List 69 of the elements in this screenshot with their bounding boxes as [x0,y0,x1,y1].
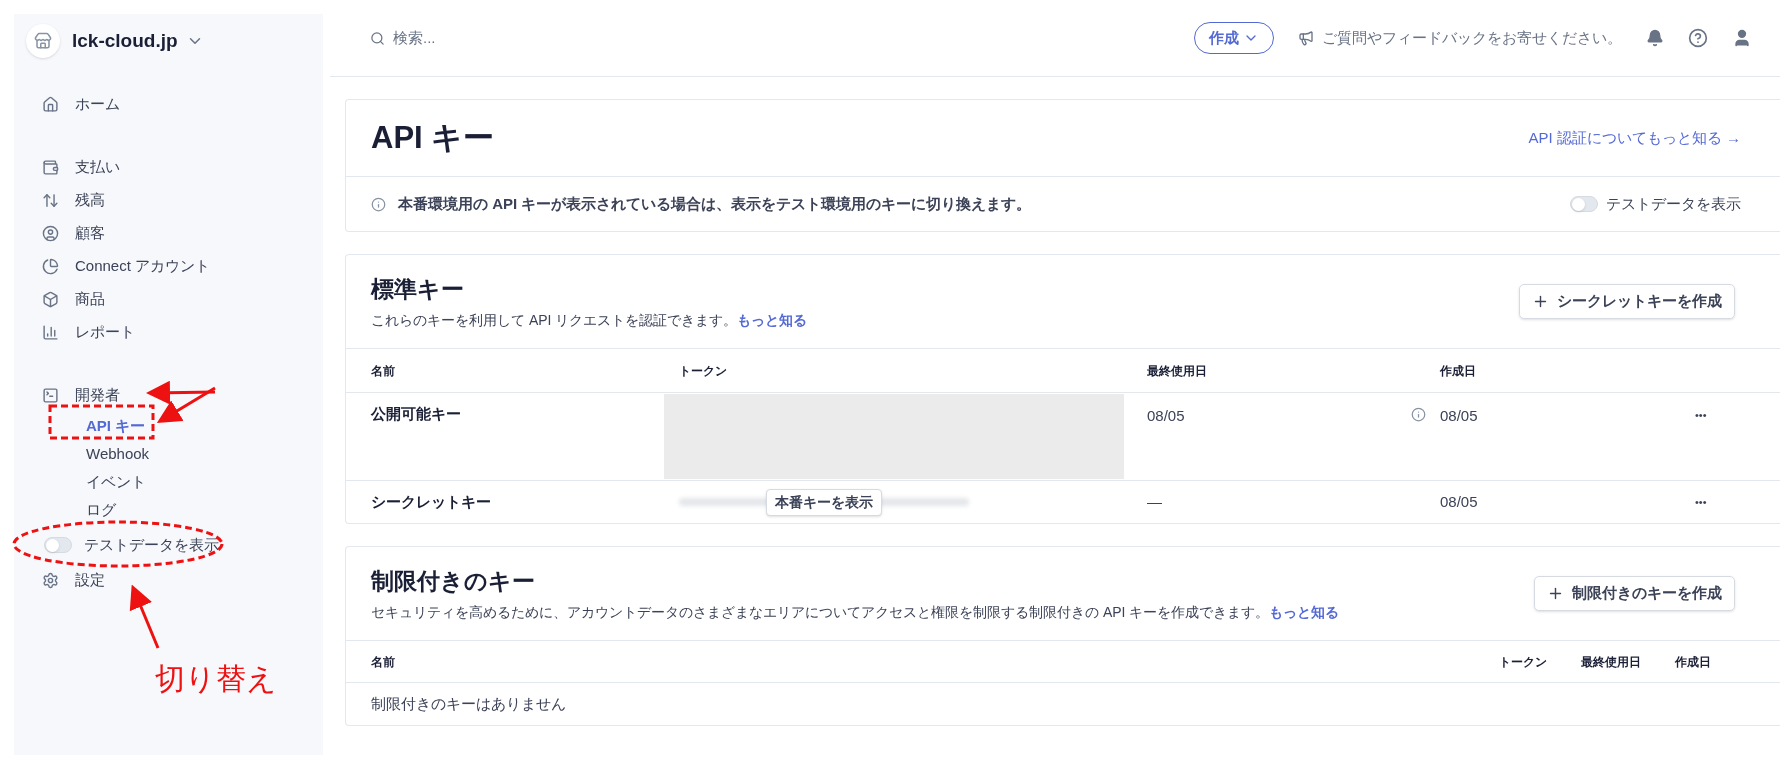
created-cell-text: 08/05 [1440,491,1479,512]
user-icon[interactable] [1732,28,1752,48]
nav-item[interactable]: Connect アカウント [42,250,323,283]
bell-icon[interactable] [1646,29,1664,47]
help-icon[interactable] [1688,28,1708,48]
page-title: API キー [371,118,495,157]
plus-icon [1532,293,1549,310]
toggle-label: テストデータを表示 [84,534,219,555]
arrows-icon [42,192,59,209]
toggle-label: テストデータを表示 [1606,193,1741,214]
search-icon [370,30,385,46]
nav-item[interactable]: 設定 [42,564,323,597]
feedback-link[interactable]: ご質問やフィードバックをお寄せください。 [1298,26,1622,50]
created-cell-text: 08/05 [1440,406,1479,426]
reveal-key-button[interactable]: 本番キーを表示 [766,488,882,516]
account-switcher[interactable]: lck-cloud.jp [72,26,204,56]
learn-more-link[interactable]: もっと知る [1269,604,1340,621]
nav-item[interactable]: 残高 [42,184,323,217]
column-header: トークン [1499,653,1547,671]
nav-item[interactable]: 支払い [42,151,323,184]
key-name: シークレットキー [371,491,492,512]
section-description: セキュリティを高めるために、アカウントデータのさまざまなエリアについてアクセスと権限を制限する制限付きの API キーを作成できます。もっと知る [371,603,1340,623]
empty-message: 制限付きのキーはありません [371,693,566,714]
nav-subitem[interactable]: Webhook [86,440,323,468]
settings-icon [42,572,59,589]
home-icon [42,96,59,113]
nav-item[interactable]: 開発者 [42,379,323,412]
nav-subitem[interactable]: API キー [86,412,323,440]
pie-icon [42,258,59,275]
nav-item[interactable]: ホーム [42,88,323,121]
wallet-icon [42,159,59,176]
nav-item[interactable]: レポート [42,316,323,349]
terminal-icon [42,387,59,404]
column-header: 最終使用日 [1147,362,1208,380]
store-icon [26,24,60,58]
column-header: トークン [679,362,728,380]
column-header: 名前 [371,653,396,671]
nav-item[interactable]: 顧客 [42,217,323,250]
megaphone-icon [1298,30,1314,46]
plus-icon [1547,585,1564,602]
row-menu[interactable]: ••• [1695,393,1755,480]
annotation-arrow [129,584,160,649]
nav-item[interactable]: 商品 [42,283,323,316]
section-title: 制限付きのキー [371,566,536,596]
row-menu[interactable]: ••• [1695,481,1755,523]
docs-link[interactable]: API 認証についてもっと知る → [1528,126,1741,150]
person-icon [42,225,59,242]
column-header: 名前 [371,362,396,380]
chart-icon [42,324,59,341]
notice-text: 本番環境用の API キーが表示されている場合は、表示をテスト環境用のキーに切り換えます。 [398,193,1032,214]
toggle-switch[interactable] [1570,196,1598,212]
last-used-cell-text: — [1147,491,1162,512]
column-header: 作成日 [1675,653,1711,671]
nav-subitem[interactable]: イベント [86,468,323,496]
toggle-switch[interactable] [44,537,72,553]
info-icon [371,196,386,212]
column-header: 作成日 [1440,362,1477,380]
create-secret-key-button[interactable]: シークレットキーを作成 [1519,284,1735,319]
nav-subitem[interactable]: ログ [86,496,323,524]
annotation-label: 切り替え [155,661,277,697]
box-icon [42,291,59,308]
key-name: 公開可能キー [371,404,462,424]
last-used-cell-text: 08/05 [1147,406,1185,426]
section-title: 標準キー [371,274,465,304]
learn-more-link[interactable]: もっと知る [737,312,808,329]
column-header: 最終使用日 [1581,653,1641,671]
section-description: これらのキーを利用して API リクエストを認証できます。もっと知る [371,311,808,331]
search-field[interactable]: 検索... [393,26,693,50]
create-restricted-key-button[interactable]: 制限付きのキーを作成 [1534,576,1735,611]
